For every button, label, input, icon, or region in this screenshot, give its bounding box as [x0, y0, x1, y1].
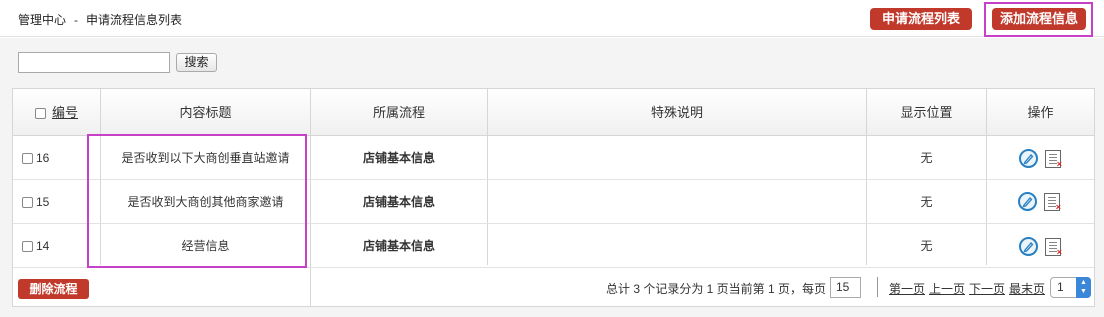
page-title: 申请流程信息列表: [86, 13, 183, 27]
row-flow: 店铺基本信息: [362, 151, 435, 165]
table-footer: 删除流程 总计 3 个记录分为 1 页当前第 1 页，每页 15 第一页 上一页下…: [13, 265, 1094, 306]
pager-summary: 总计 3 个记录分为 1 页当前第 1 页，每页: [606, 282, 827, 296]
add-flow-button[interactable]: 添加流程信息: [992, 8, 1086, 30]
delete-icon[interactable]: ×: [1045, 150, 1062, 169]
row-note: [488, 137, 866, 180]
delete-icon[interactable]: ×: [1044, 193, 1061, 212]
sort-id-link[interactable]: 编号: [52, 105, 78, 120]
row-note: [488, 225, 866, 268]
page-select-value: 1: [1057, 280, 1064, 294]
flow-list-button[interactable]: 申请流程列表: [870, 8, 972, 30]
header-action: 操作: [1027, 105, 1054, 120]
prev-page-link[interactable]: 上一页: [929, 282, 965, 296]
breadcrumb: 管理中心 - 申请流程信息列表: [18, 11, 182, 28]
edit-icon[interactable]: [1018, 192, 1037, 211]
search-input[interactable]: [18, 52, 170, 73]
breadcrumb-root[interactable]: 管理中心: [18, 13, 66, 27]
highlight-box-titles: [87, 134, 307, 268]
edit-icon[interactable]: [1019, 149, 1038, 168]
row-checkbox[interactable]: [22, 197, 33, 209]
row-position: 无: [920, 239, 933, 253]
header-title: 内容标题: [179, 105, 232, 120]
select-all-checkbox[interactable]: [34, 108, 46, 120]
edit-icon[interactable]: [1019, 237, 1038, 256]
breadcrumb-separator: -: [74, 13, 79, 27]
row-checkbox[interactable]: [22, 241, 33, 253]
row-flow: 店铺基本信息: [362, 195, 435, 209]
pager-links: 第一页 上一页 下一页 最末页: [889, 280, 1049, 297]
header-id: 编号: [13, 89, 100, 136]
select-arrows-icon: ▲ ▼: [1076, 277, 1091, 298]
table-header: 编号 内容标题 所属流程 特殊说明 显示位置 操作: [13, 89, 1094, 136]
header-flow: 所属流程: [372, 105, 425, 120]
row-checkbox[interactable]: [22, 153, 33, 165]
page-select[interactable]: 1 ▲ ▼: [1050, 277, 1091, 298]
pager-divider: [877, 277, 878, 297]
row-position: 无: [920, 195, 933, 209]
top-bar: 管理中心 - 申请流程信息列表 申请流程列表 添加流程信息: [0, 0, 1104, 37]
next-page-link[interactable]: 下一页: [969, 282, 1005, 296]
delete-icon[interactable]: ×: [1045, 238, 1062, 257]
first-page-link[interactable]: 第一页: [889, 282, 925, 296]
search-button[interactable]: 搜索: [176, 53, 217, 72]
row-note: [488, 181, 866, 224]
row-id: 16: [22, 137, 49, 180]
row-flow: 店铺基本信息: [362, 239, 435, 253]
delete-flow-button[interactable]: 删除流程: [18, 279, 89, 299]
header-note: 特殊说明: [650, 105, 703, 120]
row-id: 14: [22, 225, 49, 268]
page-size-input[interactable]: 15: [830, 277, 861, 298]
header-position: 显示位置: [900, 105, 953, 120]
row-id: 15: [22, 181, 49, 224]
last-page-link[interactable]: 最末页: [1009, 282, 1045, 296]
row-position: 无: [920, 151, 933, 165]
